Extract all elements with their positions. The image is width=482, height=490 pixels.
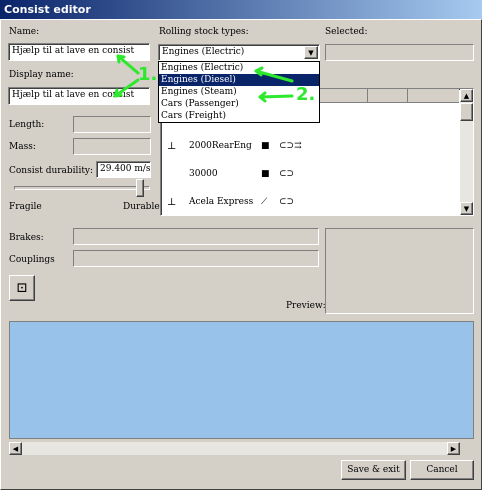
preview-3d-view[interactable] [9,321,474,439]
locomotive-icon: ⊡ [16,280,28,296]
brakes-field [73,228,319,245]
scroll-right-button[interactable]: ▶ [447,442,460,455]
preview-thumbnail [325,228,474,314]
preview-scrollbar[interactable]: ◀ ▶ [9,442,460,455]
arrow-to-display-name [113,78,140,98]
couplings-field [73,250,319,267]
scroll-left-button[interactable]: ◀ [9,442,22,455]
chevron-right-icon: ▶ [450,444,457,453]
cancel-button[interactable]: Cancel [410,460,474,480]
arrow-to-name [116,54,140,75]
annotation-one: 1. [138,64,158,85]
brakes-label: Brakes: [9,233,44,243]
preview-label: Preview: [286,301,326,311]
arrow-to-steam [258,94,294,99]
chevron-left-icon: ◀ [12,444,19,453]
save-exit-button[interactable]: Save & exit [341,460,406,480]
couplings-label: Couplings [9,255,55,265]
annotation-two: 2. [296,84,316,105]
loco-view-button[interactable]: ⊡ [9,275,35,301]
